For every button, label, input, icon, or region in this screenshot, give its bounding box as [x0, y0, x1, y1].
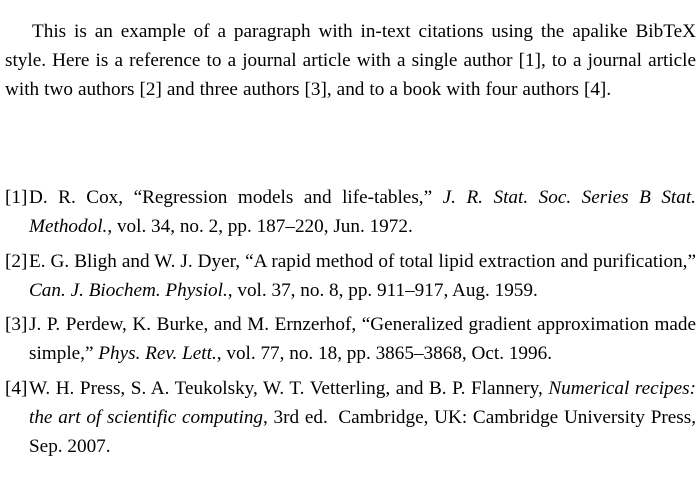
- citation-label: [4]: [5, 377, 28, 399]
- citation-text: J. P. Perdew, K. Burke, and M. Ernzerhof…: [29, 310, 696, 368]
- intro-paragraph: This is an example of a paragraph with i…: [5, 21, 696, 101]
- citation-authors: W. H. Press, S. A. Teukolsky, W. T. Vett…: [29, 377, 549, 399]
- bibliography-list: [1] D. R. Cox, “Regression models and li…: [5, 183, 696, 461]
- citation-source: Phys. Rev. Lett.: [98, 343, 217, 364]
- bibliography-entry: [2] E. G. Bligh and W. J. Dyer, “A rapid…: [5, 247, 696, 305]
- citation-text: E. G. Bligh and W. J. Dyer, “A rapid met…: [29, 247, 696, 305]
- bibliography-entry: [1] D. R. Cox, “Regression models and li…: [5, 183, 696, 241]
- citation-authors: D. R. Cox,: [29, 187, 134, 208]
- citation-text: W. H. Press, S. A. Teukolsky, W. T. Vett…: [29, 374, 696, 461]
- citation-title: “Regression models and life-tables,”: [133, 187, 443, 208]
- citation-label: [1]: [5, 187, 28, 208]
- citation-title: “A rapid method of total lipid extractio…: [245, 250, 696, 272]
- citation-text: D. R. Cox, “Regression models and life-t…: [29, 183, 696, 241]
- citation-details: , vol. 37, no. 8, pp. 911–917, Aug. 1959…: [227, 279, 538, 301]
- citation-source: Can. J. Biochem. Physiol.: [29, 279, 228, 301]
- citation-details: , vol. 34, no. 2, pp. 187–220, Jun. 1972…: [107, 216, 413, 237]
- citation-details: , vol. 77, no. 18, pp. 3865–3868, Oct. 1…: [216, 343, 552, 364]
- bibliography-entry: [3] J. P. Perdew, K. Burke, and M. Ernze…: [5, 310, 696, 368]
- bibliography-entry: [4] W. H. Press, S. A. Teukolsky, W. T. …: [5, 374, 696, 461]
- citation-authors: J. P. Perdew, K. Burke, and M. Ernzerhof…: [29, 314, 362, 335]
- citation-label: [2]: [5, 250, 28, 272]
- document-page: This is an example of a paragraph with i…: [0, 0, 700, 501]
- citation-authors: E. G. Bligh and W. J. Dyer,: [29, 250, 246, 272]
- citation-details: , 3rd ed.: [263, 406, 328, 428]
- citation-label: [3]: [5, 314, 28, 335]
